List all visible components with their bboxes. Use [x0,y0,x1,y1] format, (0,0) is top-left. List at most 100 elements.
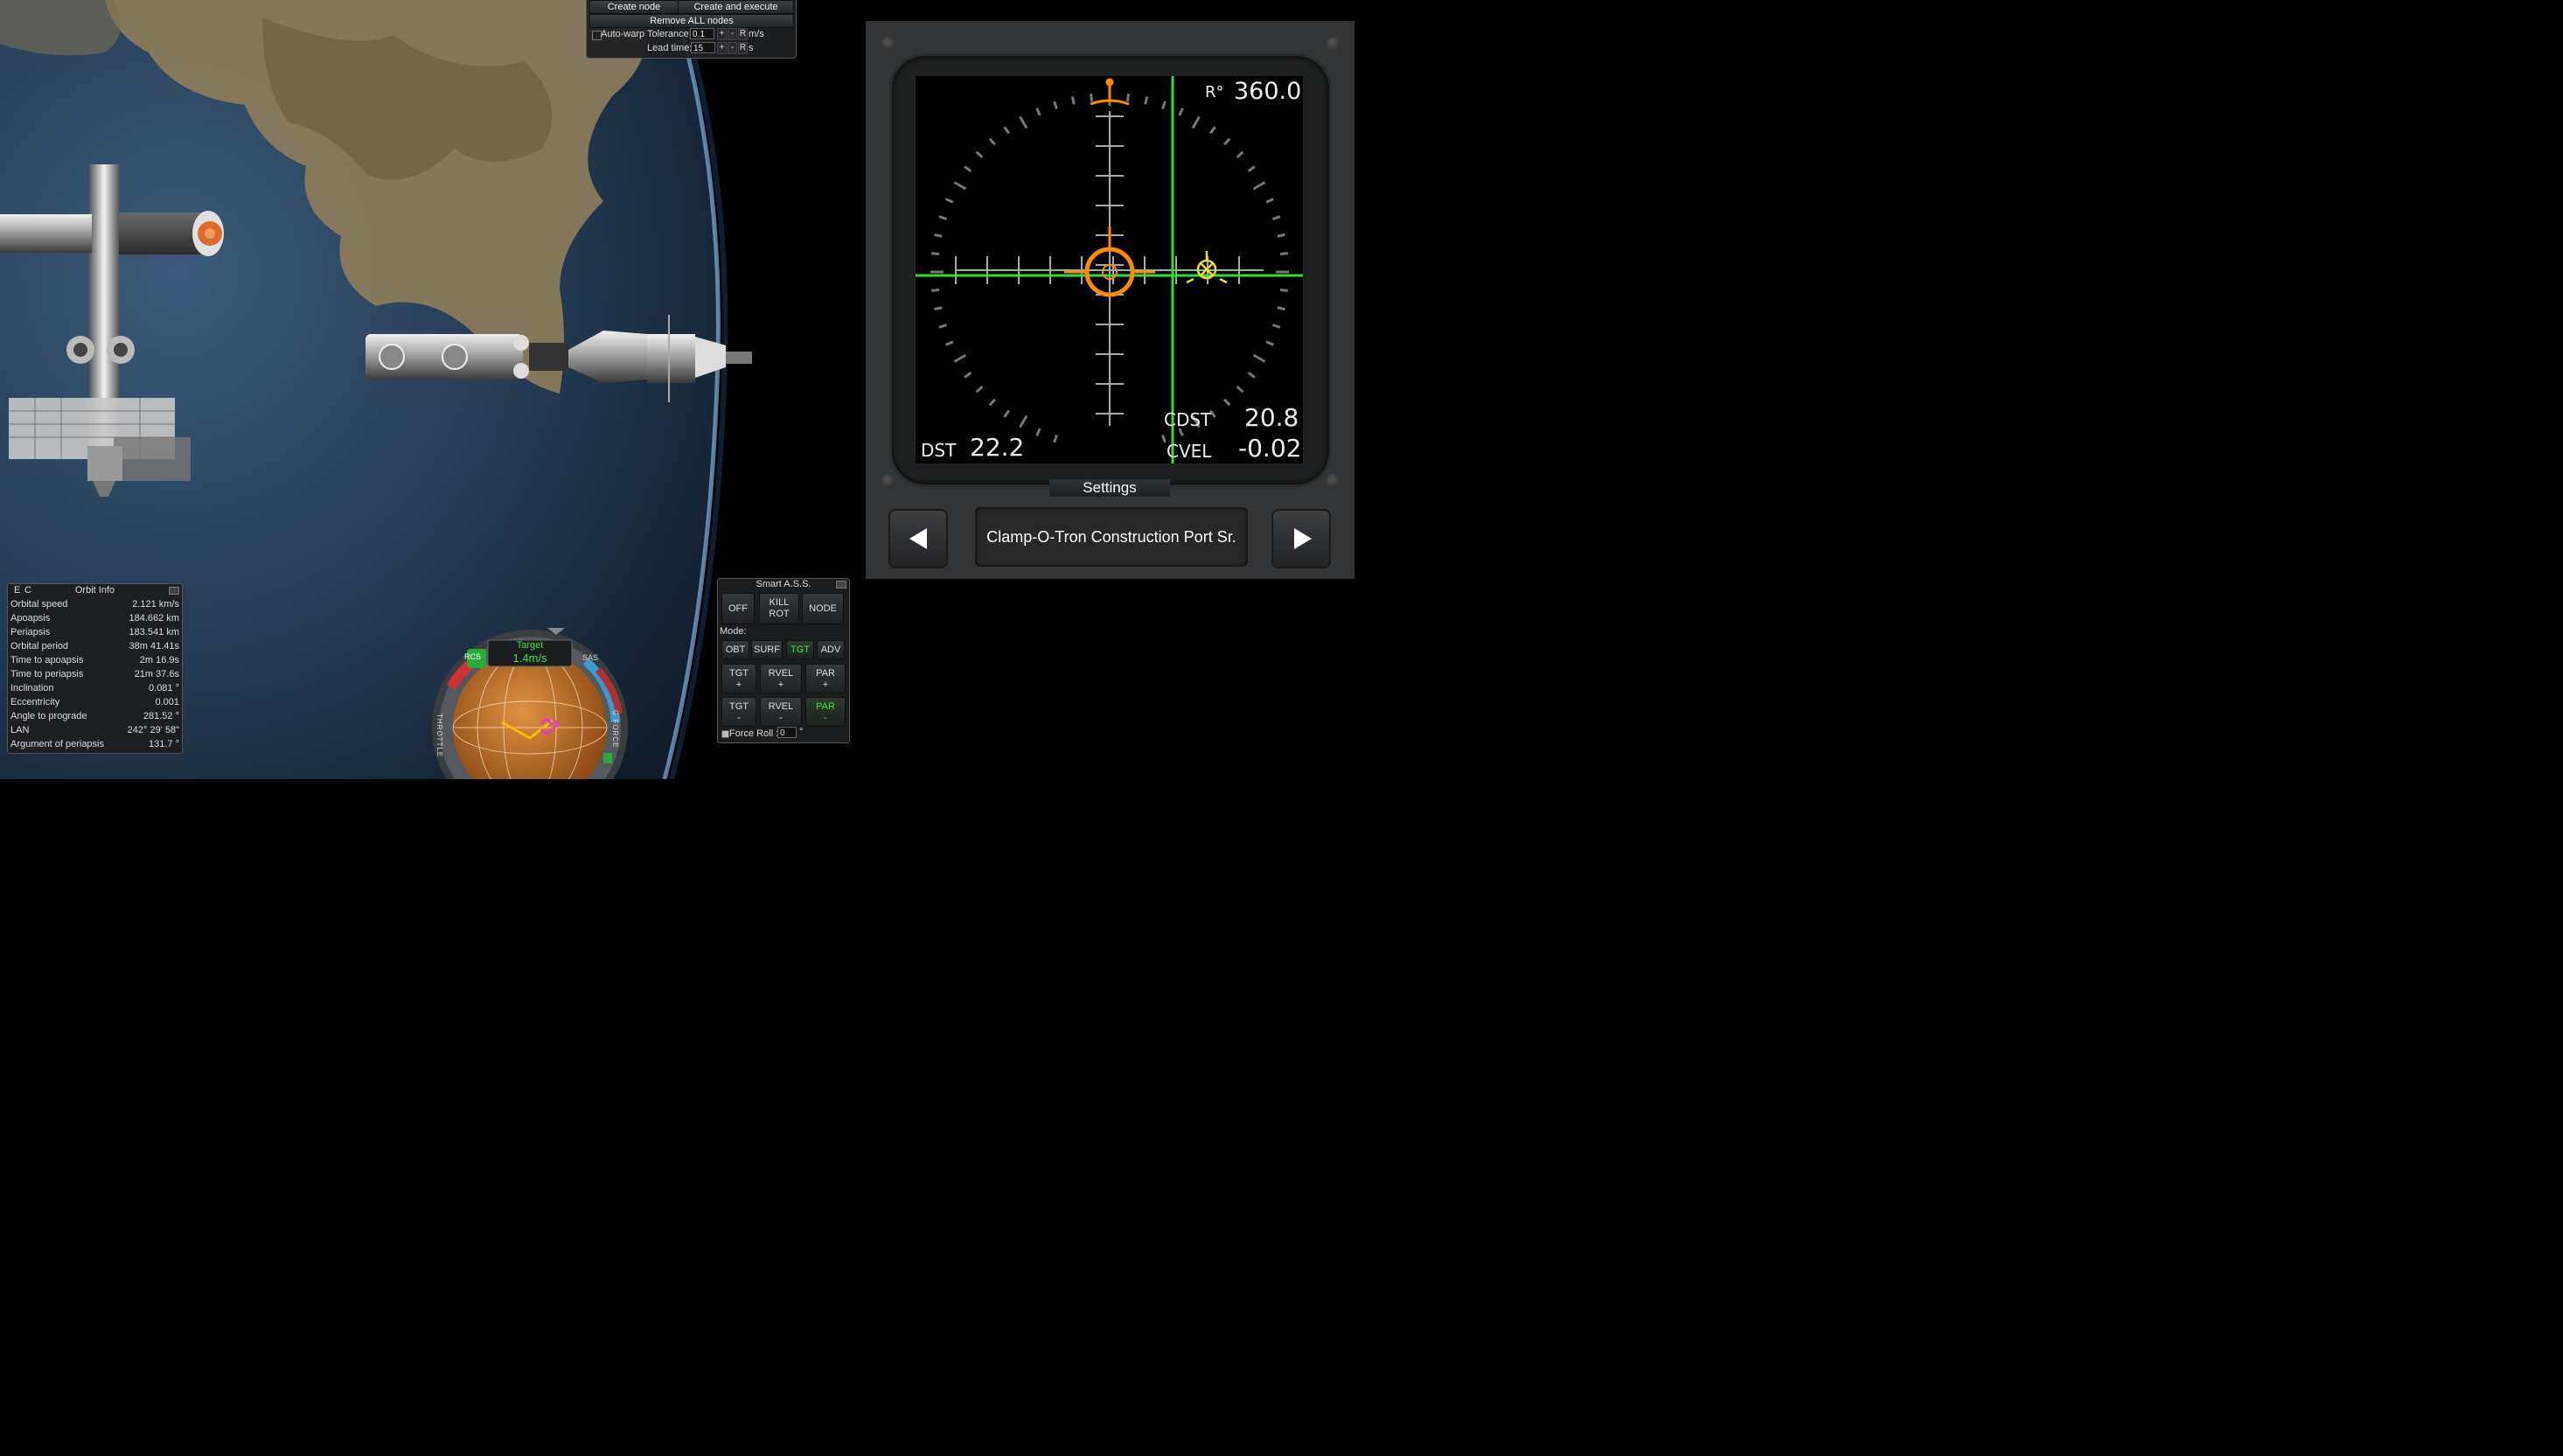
direction-button-label: PAR [816,701,835,712]
cvel-label: CVEL [1167,441,1212,462]
orbit-info-value: 281.52 ° [143,711,179,721]
orbit-info-value: 0.001 [155,697,179,707]
roll-scale-tick [1271,324,1281,329]
remove-all-nodes-button[interactable]: Remove ALL nodes [589,14,794,28]
orbit-info-label: Inclination [10,683,54,693]
roll-scale-tick [1277,233,1285,238]
screw-icon [1327,474,1341,488]
force-roll-label: Force Roll : [729,728,779,739]
force-roll-checkbox[interactable] [721,730,729,738]
roll-scale-tick [1265,198,1274,204]
direction-button-par-minus[interactable]: PAR - [805,697,846,727]
direction-button-sign: - [824,713,827,723]
direction-button-rvel-minus[interactable]: RVEL - [760,697,802,727]
roll-scale-tick [988,398,996,407]
create-and-execute-button[interactable]: Create and execute [678,0,794,14]
roll-scale-tick [938,324,948,329]
leadtime-reset-button[interactable]: R [738,42,748,54]
leadtime-label: Lead time: [647,43,693,53]
close-icon[interactable] [836,581,846,589]
direction-button-sign: - [737,713,741,723]
speed-value: 1.4m/s [512,651,547,665]
gforce-label: G FORCE [611,710,619,749]
dst-value: 22.2 [970,433,1025,462]
sas-label[interactable]: SAS [582,653,598,662]
direction-button-tgt-minus[interactable]: TGT - [721,697,756,727]
settings-button[interactable]: Settings [1049,479,1170,497]
kill-rot-label-2: ROT [769,609,790,619]
direction-button-sign: + [822,679,829,690]
roll-scale-tick [1161,101,1167,110]
screw-icon [1327,37,1341,51]
roll-marker-icon [1090,78,1130,106]
tolerance-reset-button[interactable]: R [738,28,748,40]
orbit-info-row: Eccentricity 0.001 [10,695,179,709]
speed-mode-label[interactable]: Target [488,640,572,651]
roll-scale-tick [1053,101,1058,110]
tolerance-minus-button[interactable]: - [728,28,737,40]
roll-scale-tick [964,165,972,173]
tolerance-input[interactable]: 0.1 [690,28,714,39]
autowarp-label: Auto-warp [601,29,645,39]
orbit-info-row: Apoapsis 184.662 km [10,611,179,625]
maneuver-panel: Create node Create and execute Remove AL… [586,0,797,59]
roll-scale-tick [1279,288,1289,292]
mode-tgt-button[interactable]: TGT [786,640,814,659]
tolerance-unit: m/s [749,29,764,39]
roll-scale-tick [1178,108,1184,116]
direction-button-label: TGT [729,701,749,712]
mode-obt-button[interactable]: OBT [721,640,749,659]
roll-scale-tick [1271,215,1281,220]
next-port-button[interactable] [1273,511,1329,567]
roll-scale-tick [934,233,943,238]
orbit-info-value: 184.662 km [129,613,179,624]
gforce-indicator-icon [603,753,612,763]
create-node-button[interactable]: Create node [589,0,679,14]
direction-button-rvel-plus[interactable]: RVEL + [760,664,802,693]
leadtime-minus-button[interactable]: - [728,42,737,54]
arrow-right-icon [1294,528,1312,549]
mode-surf-button[interactable]: SURF [751,640,783,659]
kill-rot-button[interactable]: KILL ROT [759,593,799,624]
roll-scale-tick [1223,398,1231,407]
roll-scale-tick [945,340,954,346]
orbit-info-row: LAN 242° 29' 58" [10,723,179,737]
leadtime-input[interactable]: 15 [691,42,715,53]
roll-scale-tick [1277,306,1285,311]
roll-scale-tick [945,198,954,204]
window-title: Smart A.S.S. [756,579,811,589]
rcs-label[interactable]: RCS [464,652,481,661]
roll-scale-tick [1236,150,1244,158]
roll-scale-tick [1252,353,1266,363]
direction-button-tgt-plus[interactable]: TGT + [721,664,756,693]
roll-scale-tick [1053,434,1058,443]
orbit-info-label: Orbital speed [10,599,68,610]
node-button[interactable]: NODE [802,593,844,624]
orbit-info-label: Angle to prograde [10,711,87,721]
roll-scale-tick [1003,409,1011,418]
roll-scale-tick [1144,96,1149,105]
tolerance-plus-button[interactable]: + [717,28,727,40]
docking-alignment-display: R° 360.0 CDST 20.8 CVEL -0.02 DST 22.2 S… [866,21,1355,579]
off-button[interactable]: OFF [721,593,755,624]
close-icon[interactable] [169,587,179,595]
direction-button-par-plus[interactable]: PAR + [805,664,846,693]
direction-button-sign: - [779,713,783,723]
force-roll-input[interactable]: 0 [777,727,797,738]
roll-scale-tick [1247,371,1256,379]
roll-scale-tick [975,150,984,158]
screw-icon [881,474,895,488]
roll-scale-tick [1208,126,1216,135]
mode-adv-button[interactable]: ADV [817,640,845,659]
smart-ass-window: Smart A.S.S. OFF KILL ROT NODE Mode: OBT… [717,578,850,743]
leadtime-unit: s [749,43,754,53]
roll-scale-tick [1223,137,1231,146]
previous-port-button[interactable] [890,511,946,567]
roll-scale-tick [953,353,967,363]
roll-scale-tick [1090,93,1094,102]
leadtime-plus-button[interactable]: + [717,42,727,54]
roll-scale-tick [1236,386,1244,394]
orbit-info-row: Inclination 0.081 ° [10,681,179,695]
window-title: Orbit Info [74,585,115,596]
orbit-info-label: Time to apoapsis [10,655,84,665]
